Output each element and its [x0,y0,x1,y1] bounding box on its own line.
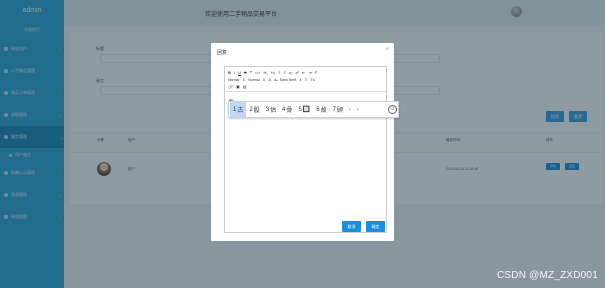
background-color-button[interactable]: A̶ [274,77,277,82]
chevron-down-icon: ⇕ [242,77,246,82]
ime-candidate[interactable]: 3估 [263,102,279,117]
header-select[interactable]: Normal ⇕ [248,78,265,82]
ime-candidate[interactable]: 1古 [230,102,247,117]
strike-button[interactable]: S [244,70,247,75]
ime-candidate[interactable]: 5 🔲 [295,102,313,117]
chevron-right-icon[interactable]: › [354,107,362,113]
video-icon[interactable]: ▤ [243,84,247,89]
rich-text-editor[interactable]: B I U S ❝ </> H₁ H₂ ≡ ≡ x₂ x² ⇤ ⇥ ↱ Norm… [224,66,387,233]
image-icon[interactable]: ▣ [236,84,240,89]
confirm-button[interactable]: 确定 [366,221,385,232]
heading1-button[interactable]: H₁ [264,70,268,75]
subscript-button[interactable]: x₂ [289,70,293,75]
heading2-button[interactable]: H₂ [271,70,275,75]
outdent-icon[interactable]: ⇤ [302,70,305,75]
clear-format-button[interactable]: Tx [310,77,314,82]
indent-icon[interactable]: ⇥ [308,70,311,75]
watermark: CSDN @MZ_ZXD001 [497,270,598,281]
dialog-title: 回复 [217,50,228,56]
text-direction-icon[interactable]: ↱ [315,70,318,75]
close-icon[interactable]: × [385,47,389,53]
chevron-down-icon: ⇕ [298,77,302,82]
bullet-list-icon[interactable]: ≡ [284,70,286,75]
ime-candidate[interactable]: 6故 [313,102,329,117]
italic-button[interactable]: I [234,70,235,75]
editor-toolbar: B I U S ❝ </> H₁ H₂ ≡ ≡ x₂ x² ⇤ ⇥ ↱ Norm… [225,67,386,92]
reply-dialog: 回复 × B I U S ❝ </> H₁ H₂ ≡ ≡ x₂ x² ⇤ ⇥ ↱ [211,43,394,241]
superscript-button[interactable]: x² [295,70,298,75]
chevron-left-icon[interactable]: ‹ [346,107,354,113]
link-icon[interactable]: 🔗 [228,84,233,89]
code-icon[interactable]: </> [255,70,261,75]
ime-candidate[interactable]: 4骨 [279,102,295,117]
font-color-button[interactable]: A [268,77,271,82]
ime-candidate[interactable]: 2股 [246,102,262,117]
quote-icon[interactable]: ❝ [250,70,252,75]
ime-candidate-bar: 1古 2股 3估 4骨 5 🔲 6故 7顾 ‹ › ☺ [228,101,399,118]
align-icon[interactable]: ≡ [305,77,307,82]
ime-candidate[interactable]: 7顾 [330,102,346,117]
font-select[interactable]: Sans Serif ⇕ [280,78,302,82]
ordered-list-icon[interactable]: ≡ [278,70,280,75]
bold-button[interactable]: B [228,70,231,75]
cancel-button[interactable]: 取消 [342,221,361,232]
underline-button[interactable]: U [238,70,241,75]
chevron-down-icon: ⇕ [262,77,266,82]
emoji-icon[interactable]: ☺ [388,105,397,114]
size-select[interactable]: Normal ⇕ [228,78,245,82]
